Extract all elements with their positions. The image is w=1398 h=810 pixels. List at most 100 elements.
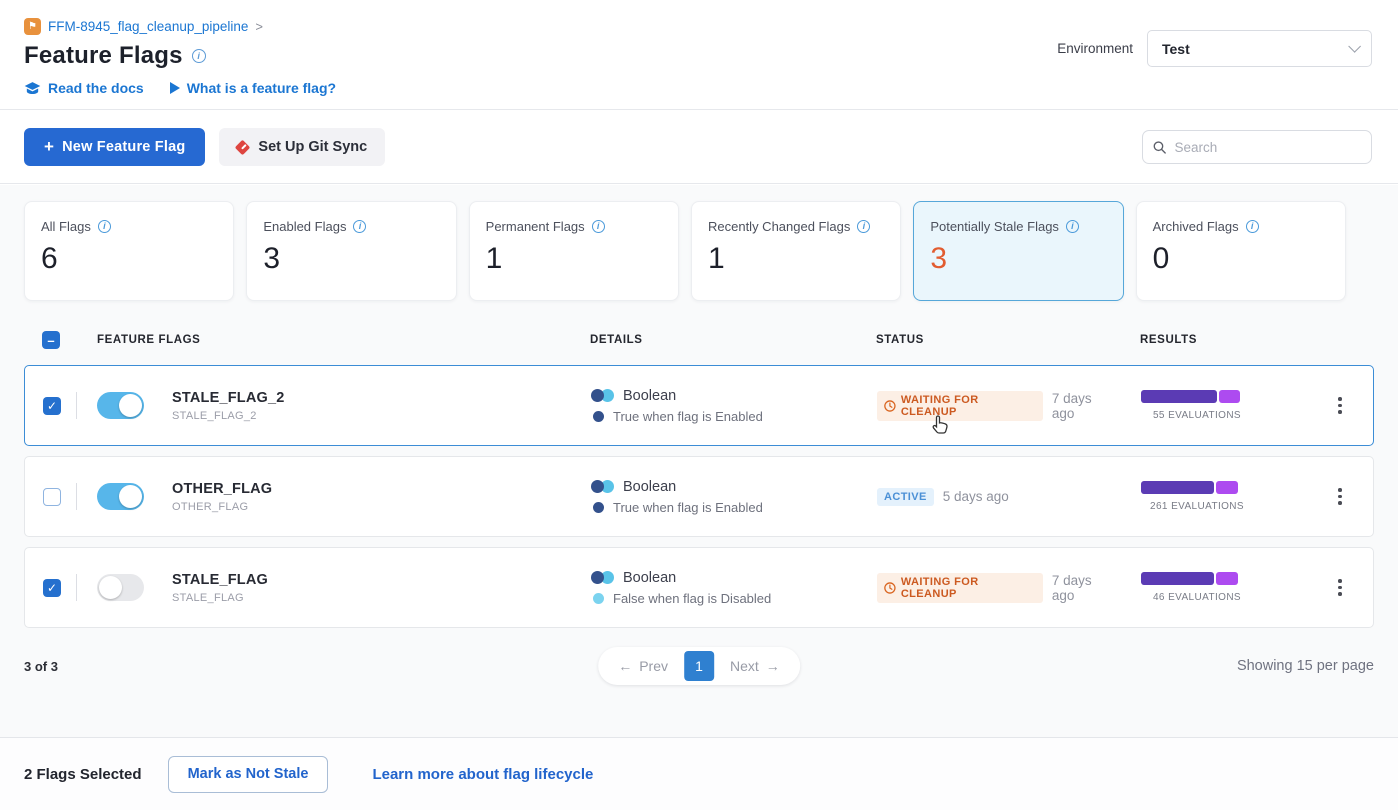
info-icon[interactable]: i bbox=[353, 220, 366, 233]
clock-icon bbox=[884, 400, 896, 412]
status-label: ACTIVE bbox=[884, 491, 927, 503]
bar-segment-alt bbox=[1216, 572, 1238, 585]
read-docs-label[interactable]: Read the docs bbox=[48, 80, 144, 96]
git-sync-button[interactable]: Set Up Git Sync bbox=[219, 128, 385, 166]
kebab-menu-icon[interactable] bbox=[1332, 391, 1348, 420]
toggle-knob bbox=[119, 485, 142, 508]
boolean-type-icon bbox=[591, 389, 614, 402]
mark-not-stale-button[interactable]: Mark as Not Stale bbox=[168, 756, 329, 793]
toggle-knob bbox=[119, 394, 142, 417]
stat-label: Archived Flags bbox=[1153, 219, 1239, 234]
row-count: 3 of 3 bbox=[24, 659, 58, 674]
pagination: 3 of 3 ← Prev 1 Next → Showing 15 per pa… bbox=[24, 646, 1374, 686]
flag-id: STALE_FLAG_2 bbox=[172, 410, 285, 422]
flag-name[interactable]: STALE_FLAG bbox=[172, 572, 268, 588]
what-is-flag-label[interactable]: What is a feature flag? bbox=[187, 80, 336, 96]
col-header-results: RESULTS bbox=[1116, 334, 1306, 346]
main-content: All Flags i 6 Enabled Flags i 3 Permanen… bbox=[0, 185, 1398, 737]
stat-card-0[interactable]: All Flags i 6 bbox=[24, 201, 234, 301]
page-header: ⚑ FFM-8945_flag_cleanup_pipeline > Featu… bbox=[0, 0, 1398, 110]
pager: ← Prev 1 Next → bbox=[598, 647, 800, 685]
info-icon[interactable]: i bbox=[592, 220, 605, 233]
kebab-menu-icon[interactable] bbox=[1332, 573, 1348, 602]
evaluations-label: 55 EVALUATIONS bbox=[1141, 410, 1253, 421]
stat-value: 1 bbox=[486, 242, 662, 276]
status-label: WAITING FOR CLEANUP bbox=[901, 576, 1036, 600]
col-header-details: DETAILS bbox=[570, 334, 856, 346]
flag-type: Boolean bbox=[623, 570, 676, 586]
project-icon: ⚑ bbox=[24, 18, 41, 35]
row-checkbox[interactable]: ✓ bbox=[43, 397, 61, 415]
per-page-text: Showing 15 per page bbox=[1237, 658, 1374, 674]
next-page-button[interactable]: Next → bbox=[716, 652, 794, 680]
status-badge[interactable]: WAITING FOR CLEANUP bbox=[877, 391, 1043, 421]
stat-card-5[interactable]: Archived Flags i 0 bbox=[1136, 201, 1346, 301]
table-header: – FEATURE FLAGS DETAILS STATUS RESULTS bbox=[24, 315, 1374, 365]
divider bbox=[76, 574, 77, 601]
environment-value: Test bbox=[1162, 41, 1190, 57]
search-input[interactable] bbox=[1174, 140, 1361, 155]
read-docs-link[interactable]: Read the docs bbox=[24, 80, 144, 96]
stat-label: All Flags bbox=[41, 219, 91, 234]
page-title: Feature Flags bbox=[24, 42, 183, 70]
stats-row: All Flags i 6 Enabled Flags i 3 Permanen… bbox=[24, 201, 1346, 301]
next-arrow-icon: → bbox=[766, 658, 780, 674]
table-row[interactable]: ✓ STALE_FLAG STALE_FLAG Boolean False wh… bbox=[24, 547, 1374, 628]
stat-value: 3 bbox=[263, 242, 439, 276]
stat-value: 6 bbox=[41, 242, 217, 276]
flag-type: Boolean bbox=[623, 479, 676, 495]
info-icon[interactable]: i bbox=[857, 220, 870, 233]
row-checkbox[interactable] bbox=[43, 488, 61, 506]
new-feature-flag-button[interactable]: + New Feature Flag bbox=[24, 128, 205, 166]
breadcrumb-chevron-icon: > bbox=[255, 19, 263, 34]
page-number-button[interactable]: 1 bbox=[684, 651, 714, 681]
status-badge[interactable]: ACTIVE bbox=[877, 488, 934, 506]
divider bbox=[76, 483, 77, 510]
status-label: WAITING FOR CLEANUP bbox=[901, 394, 1036, 418]
flag-lifecycle-link[interactable]: Learn more about flag lifecycle bbox=[372, 766, 593, 783]
flag-toggle[interactable] bbox=[97, 574, 144, 601]
stat-value: 0 bbox=[1153, 242, 1329, 276]
environment-select[interactable]: Test bbox=[1147, 30, 1372, 67]
status-age: 7 days ago bbox=[1052, 391, 1117, 421]
flag-name[interactable]: STALE_FLAG_2 bbox=[172, 390, 285, 406]
table-row[interactable]: OTHER_FLAG OTHER_FLAG Boolean True when … bbox=[24, 456, 1374, 537]
boolean-type-icon bbox=[591, 571, 614, 584]
rule-dot-icon bbox=[593, 411, 604, 422]
stat-card-3[interactable]: Recently Changed Flags i 1 bbox=[691, 201, 901, 301]
environment-label: Environment bbox=[1057, 41, 1133, 56]
kebab-menu-icon[interactable] bbox=[1332, 482, 1348, 511]
stat-card-4[interactable]: Potentially Stale Flags i 3 bbox=[913, 201, 1123, 301]
info-icon[interactable]: i bbox=[1066, 220, 1079, 233]
bar-segment-main bbox=[1141, 390, 1217, 403]
search-icon bbox=[1153, 140, 1166, 155]
flag-rule: False when flag is Disabled bbox=[613, 591, 771, 606]
title-info-icon[interactable]: i bbox=[192, 49, 206, 63]
breadcrumb-project[interactable]: FFM-8945_flag_cleanup_pipeline bbox=[48, 19, 248, 34]
what-is-flag-link[interactable]: What is a feature flag? bbox=[170, 80, 336, 96]
clock-icon bbox=[884, 582, 896, 594]
flag-name[interactable]: OTHER_FLAG bbox=[172, 481, 272, 497]
flag-toggle[interactable] bbox=[97, 392, 144, 419]
info-icon[interactable]: i bbox=[98, 220, 111, 233]
flag-id: STALE_FLAG bbox=[172, 592, 268, 604]
flag-toggle[interactable] bbox=[97, 483, 144, 510]
stat-value: 1 bbox=[708, 242, 884, 276]
table-row[interactable]: ✓ STALE_FLAG_2 STALE_FLAG_2 Boolean True… bbox=[24, 365, 1374, 446]
git-icon bbox=[235, 139, 251, 155]
row-checkbox[interactable]: ✓ bbox=[43, 579, 61, 597]
status-badge[interactable]: WAITING FOR CLEANUP bbox=[877, 573, 1043, 603]
prev-page-button[interactable]: ← Prev bbox=[604, 652, 682, 680]
prev-label: Prev bbox=[639, 658, 668, 674]
stat-value: 3 bbox=[930, 242, 1106, 276]
stat-card-2[interactable]: Permanent Flags i 1 bbox=[469, 201, 679, 301]
stat-card-1[interactable]: Enabled Flags i 3 bbox=[246, 201, 456, 301]
flag-id: OTHER_FLAG bbox=[172, 501, 272, 513]
evaluations-bar bbox=[1141, 390, 1253, 403]
select-all-checkbox[interactable]: – bbox=[42, 331, 60, 349]
play-icon bbox=[170, 82, 180, 94]
info-icon[interactable]: i bbox=[1246, 220, 1259, 233]
stat-label: Enabled Flags bbox=[263, 219, 346, 234]
search-box[interactable] bbox=[1142, 130, 1372, 164]
stat-label: Recently Changed Flags bbox=[708, 219, 850, 234]
